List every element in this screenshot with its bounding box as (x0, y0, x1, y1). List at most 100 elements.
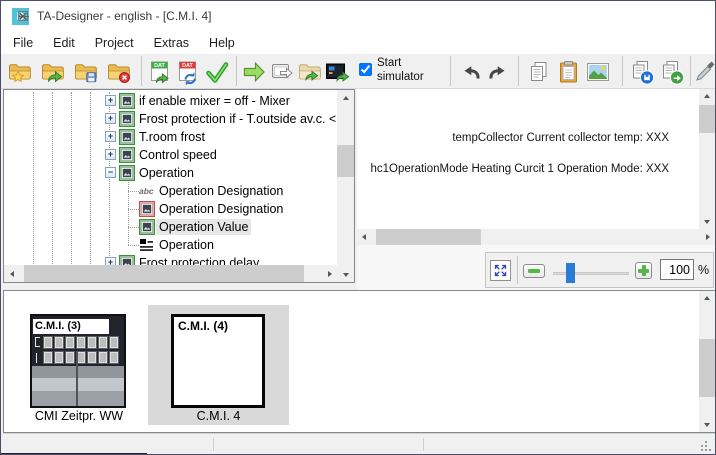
tree-connector (128, 227, 139, 228)
scroll-down-arrow[interactable] (699, 418, 715, 432)
reload-dat-button[interactable]: DAT (174, 58, 202, 86)
resize-grip[interactable] (701, 445, 703, 447)
scroll-right-arrow[interactable] (701, 229, 715, 245)
canvas-text-line[interactable]: tempCollector Current collector temp: XX… (452, 132, 669, 144)
page-thumbnail-cmi4[interactable]: C.M.I. (4) (171, 314, 265, 408)
zoom-slider-thumb[interactable] (566, 263, 575, 283)
thumbnail-mark (36, 353, 37, 363)
eyedropper-icon (693, 59, 716, 85)
scrollbar-thumb[interactable] (699, 339, 715, 397)
page-caption[interactable]: CMI Zeitpr. WW (14, 409, 144, 423)
design-canvas[interactable]: tempCollector Current collector temp: XX… (357, 89, 699, 229)
close-project-button[interactable] (105, 58, 133, 86)
tree-item[interactable]: Operation (4, 164, 338, 182)
simulator-window-icon (324, 59, 352, 85)
scroll-up-arrow[interactable] (699, 291, 715, 305)
expand-plus-icon[interactable] (105, 95, 116, 106)
toolbar-separator (690, 56, 691, 86)
toolbar-separator (141, 56, 142, 86)
collapse-minus-icon[interactable] (105, 167, 116, 178)
zoom-separator (517, 256, 518, 284)
zoom-percent-label: % (698, 263, 709, 277)
tree-item[interactable]: if enable mixer = off - Mixer (4, 92, 338, 110)
menu-extras[interactable]: Extras (144, 33, 199, 53)
menu-project[interactable]: Project (85, 33, 144, 53)
start-simulator-checkbox[interactable] (359, 63, 372, 76)
scroll-left-arrow[interactable] (4, 265, 19, 282)
tree-item-label: Operation (136, 165, 197, 181)
tree-item[interactable]: T.room frost (4, 128, 338, 146)
scroll-down-arrow[interactable] (699, 215, 715, 229)
canvas-vertical-scrollbar[interactable] (699, 89, 715, 229)
scrollbar-thumb[interactable] (376, 229, 481, 245)
color-picker-button[interactable] (693, 58, 716, 86)
open-project-button[interactable] (39, 58, 67, 86)
close-button[interactable] (1, 1, 45, 31)
zoom-value-input[interactable] (660, 259, 694, 280)
save-project-button[interactable] (72, 58, 100, 86)
toolbar-separator (450, 56, 451, 86)
zoom-in-button[interactable] (635, 262, 652, 279)
start-simulator-label[interactable]: Start simulator (377, 57, 443, 85)
canvas-horizontal-scrollbar[interactable] (357, 229, 715, 245)
expand-plus-icon[interactable] (105, 131, 116, 142)
page-thumbnail-cmi3[interactable]: C.M.I. (3) (30, 314, 126, 408)
tree-item[interactable]: abc Operation Designation (4, 182, 338, 200)
pages-panel: C.M.I. (3) CMI Zeitpr. WW C.M.I. (4) C.M… (3, 290, 715, 433)
tree-item-selected[interactable]: Operation Value (4, 218, 338, 236)
copy-save-icon (629, 59, 655, 85)
menu-file[interactable]: File (3, 33, 43, 53)
scroll-up-arrow[interactable] (699, 89, 715, 103)
scroll-up-arrow[interactable] (337, 90, 354, 105)
new-project-button[interactable] (6, 58, 34, 86)
green-arrow-right-icon (241, 59, 267, 85)
tree-item-label: Operation Designation (156, 183, 286, 199)
page-caption[interactable]: C.M.I. 4 (148, 409, 289, 423)
copy-save-button[interactable] (628, 58, 656, 86)
title-bar: D TA-Designer - english - [C.M.I. 4] (1, 1, 715, 31)
publish-folder-icon (297, 59, 323, 85)
tree-vertical-scrollbar[interactable] (337, 90, 354, 282)
scrollbar-thumb[interactable] (699, 105, 715, 133)
zoom-out-button[interactable] (523, 264, 545, 278)
open-project-folder-icon (40, 59, 66, 85)
export-dat-button[interactable]: DAT (146, 58, 174, 86)
tree-item[interactable]: Operation (4, 236, 338, 254)
tree-item[interactable]: Frost protection if - T.outside av.c. < (4, 110, 338, 128)
fit-to-window-button[interactable] (490, 260, 511, 281)
menu-help[interactable]: Help (199, 33, 245, 53)
scroll-down-arrow[interactable] (337, 267, 354, 282)
menu-edit[interactable]: Edit (43, 33, 85, 53)
tree-item[interactable]: Control speed (4, 146, 338, 164)
undo-button[interactable] (458, 58, 484, 86)
redo-icon (486, 60, 510, 84)
redo-button[interactable] (485, 58, 511, 86)
scrollbar-thumb[interactable] (24, 265, 304, 282)
svg-text:abc: abc (139, 186, 154, 196)
scroll-right-arrow[interactable] (322, 265, 337, 282)
insert-image-button[interactable] (584, 58, 612, 86)
tree-item-label: Frost protection if - T.outside av.c. < (136, 111, 339, 127)
pages-vertical-scrollbar[interactable] (699, 291, 715, 432)
plus-icon (638, 265, 649, 276)
minus-icon (528, 269, 540, 273)
zoom-slider-track[interactable] (553, 272, 629, 275)
tree-item[interactable]: Operation Designation (4, 200, 338, 218)
expand-plus-icon[interactable] (105, 149, 116, 160)
new-project-folder-star-icon (7, 59, 33, 85)
copy-refresh-button[interactable] (658, 58, 686, 86)
paste-button[interactable] (555, 58, 583, 86)
canvas-text-line[interactable]: hc1OperationMode Heating Curcit 1 Operat… (370, 163, 669, 175)
publish-folder-button[interactable] (296, 58, 324, 86)
expand-plus-icon[interactable] (105, 113, 116, 124)
status-bar (3, 433, 715, 453)
validate-button[interactable] (203, 58, 231, 86)
simulator-window-button[interactable] (324, 58, 352, 86)
app-window: D TA-Designer - english - [C.M.I. 4] Fil… (0, 0, 716, 455)
scrollbar-thumb[interactable] (337, 145, 354, 177)
run-button[interactable] (240, 58, 268, 86)
copy-button[interactable] (525, 58, 553, 86)
export-window-button[interactable] (268, 58, 296, 86)
tree-horizontal-scrollbar[interactable] (4, 265, 337, 282)
scroll-left-arrow[interactable] (357, 229, 371, 245)
